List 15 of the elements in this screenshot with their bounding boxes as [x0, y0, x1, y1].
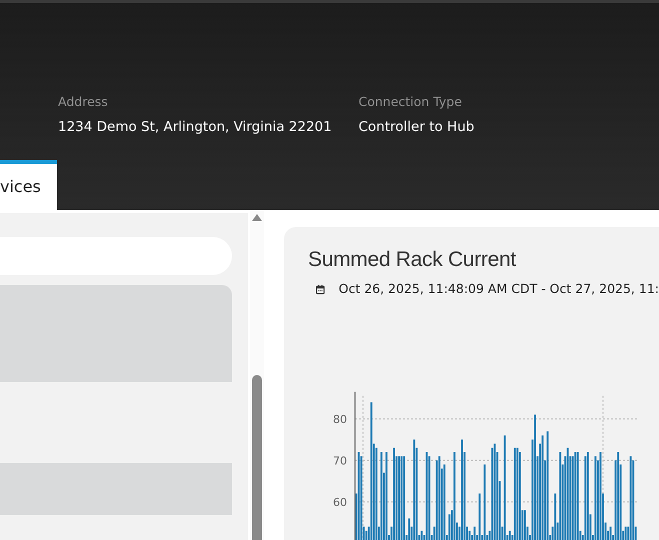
sidebar-item[interactable]	[0, 463, 232, 515]
field-value: Controller to Hub	[358, 118, 476, 137]
field-label: Address	[58, 93, 109, 111]
axis-tick-label: 80	[333, 412, 347, 426]
field-value: 1234 Demo St, Arlington, Virginia 22201	[58, 118, 333, 137]
tab[interactable]: vices	[0, 160, 57, 210]
scroll-up-icon[interactable]	[252, 214, 262, 221]
field-label: Connection Type	[358, 93, 463, 111]
scrollbar[interactable]	[250, 210, 264, 540]
chart-title: Summed Rack Current	[308, 247, 517, 272]
sidebar-item[interactable]	[0, 285, 232, 382]
scrollbar-thumb[interactable]	[252, 375, 262, 540]
date-range: Oct 26, 2025, 11:48:09 AM CDT - Oct 27, 2025, 11:	[338, 280, 659, 298]
axis-tick-label: 60	[333, 496, 347, 509]
axis-tick-label: 70	[333, 454, 347, 468]
